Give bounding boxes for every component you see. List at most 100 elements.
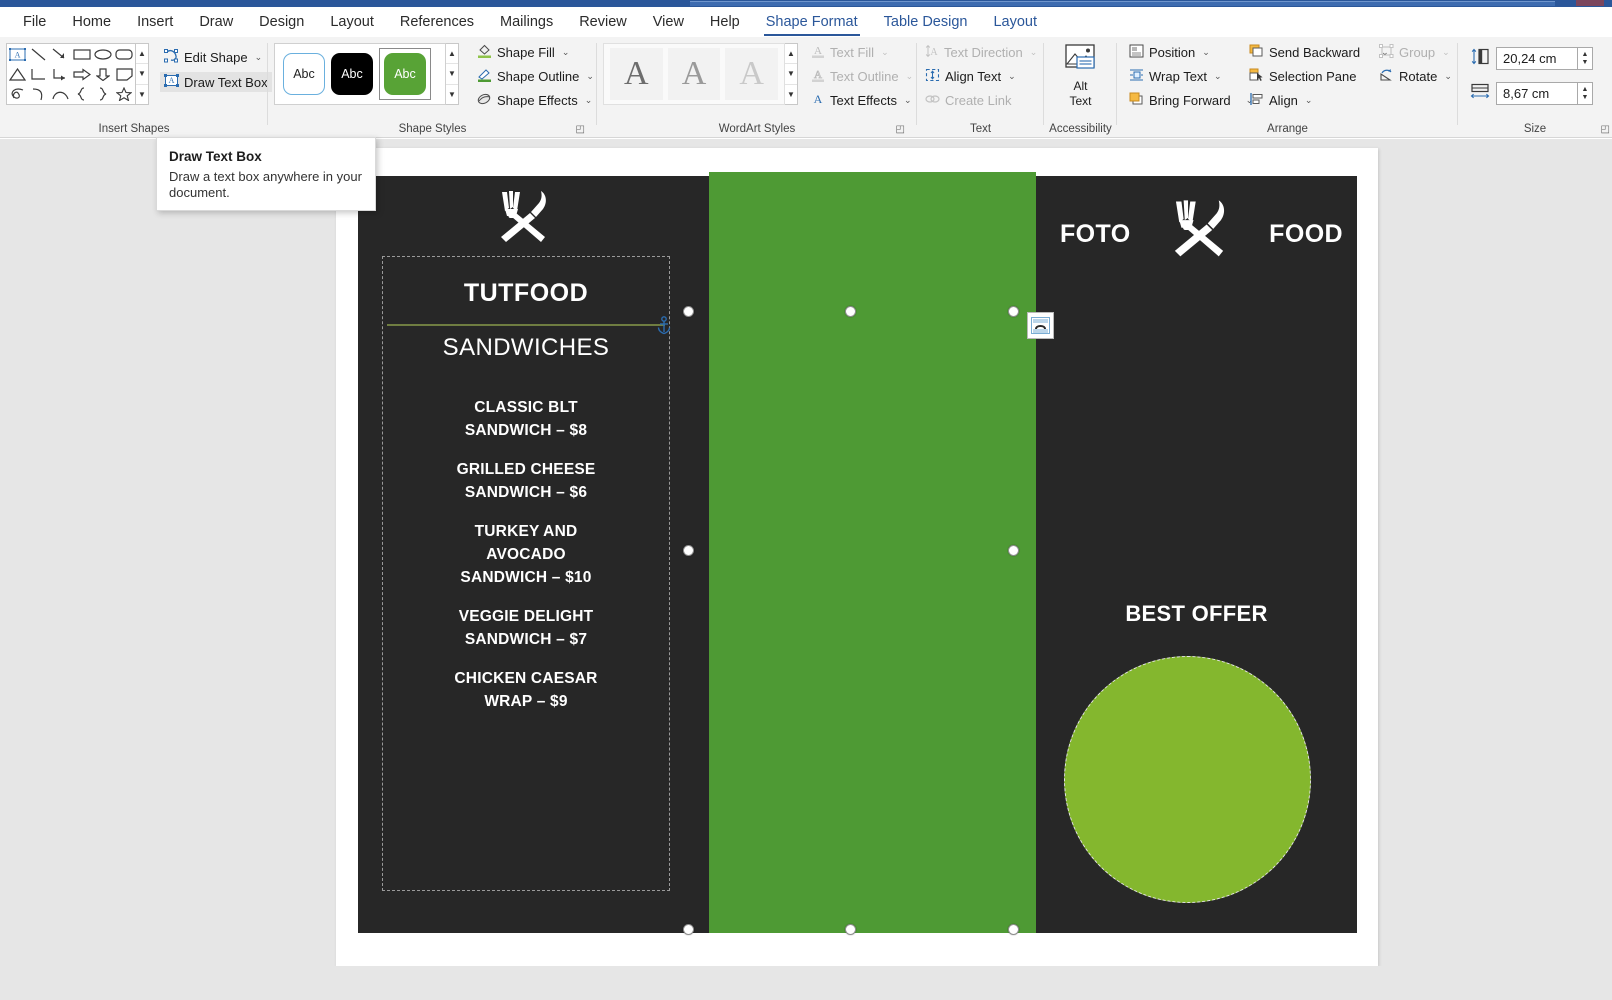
rectangle-shape-icon[interactable] — [73, 48, 91, 61]
shape-width-spinner[interactable]: ▲ ▼ — [1578, 82, 1593, 105]
shape-style-thumb-1[interactable]: Abc — [283, 53, 325, 95]
chevron-down-icon[interactable]: ⌄ — [1214, 71, 1222, 82]
wordart-dialog-launcher[interactable]: ◰ — [896, 124, 905, 135]
line-arrow-shape-icon[interactable] — [52, 48, 68, 61]
tab-view[interactable]: View — [640, 11, 697, 33]
document-page[interactable]: TUTFOOD SANDWICHES CLASSIC BLT SANDWICH … — [336, 148, 1378, 966]
shape-styles-scroll-down[interactable]: ▼ — [446, 64, 458, 85]
tab-table-design[interactable]: Table Design — [871, 11, 981, 33]
shape-style-thumb-2[interactable]: Abc — [331, 53, 373, 95]
scribble-shape-icon[interactable] — [9, 88, 26, 101]
shape-style-thumb-3[interactable]: Abc — [384, 53, 426, 95]
chevron-down-icon[interactable]: ⌄ — [1444, 71, 1452, 82]
tab-home[interactable]: Home — [59, 11, 124, 33]
text-effects-button[interactable]: A Text Effects ⌄ — [807, 90, 916, 111]
send-backward-button[interactable]: Send Backward ⌄ — [1245, 42, 1393, 63]
shape-effects-button[interactable]: Shape Effects ⌄ — [473, 90, 596, 111]
size-dialog-launcher[interactable]: ◰ — [1601, 124, 1610, 135]
resize-handle-bottom-right[interactable] — [1008, 924, 1019, 935]
best-offer-circle-shape[interactable] — [1064, 656, 1311, 903]
resize-handle-top-center[interactable] — [845, 306, 856, 317]
alt-text-button[interactable]: Alt Text — [1044, 43, 1117, 108]
elbow-arrow-connector-shape-icon[interactable] — [52, 68, 69, 81]
tab-file[interactable]: File — [10, 11, 59, 33]
position-button[interactable]: Position ⌄ — [1125, 42, 1214, 63]
selection-pane-button[interactable]: Selection Pane — [1245, 66, 1360, 87]
tab-shape-format[interactable]: Shape Format — [753, 11, 871, 36]
resize-handle-bottom-center[interactable] — [845, 924, 856, 935]
shape-width-field[interactable]: 8,67 cm ▲ ▼ — [1470, 82, 1593, 105]
resize-handle-bottom-left[interactable] — [683, 924, 694, 935]
tab-insert[interactable]: Insert — [124, 11, 186, 33]
wordart-scroll-up[interactable]: ▲ — [785, 44, 797, 65]
shape-style-thumb-3-selected[interactable]: Abc — [379, 48, 431, 100]
resize-handle-middle-right[interactable] — [1008, 545, 1019, 556]
tab-table-layout[interactable]: Layout — [980, 11, 1050, 33]
selected-green-rectangle-shape[interactable] — [709, 172, 1036, 933]
tab-mailings[interactable]: Mailings — [487, 11, 566, 33]
tab-layout[interactable]: Layout — [317, 11, 387, 33]
shape-styles-gallery[interactable]: Abc Abc Abc — [274, 43, 446, 105]
wordart-thumb-1[interactable]: A — [610, 48, 663, 100]
rotate-button[interactable]: Rotate ⌄ — [1375, 66, 1456, 87]
chevron-down-icon[interactable]: ⌄ — [255, 52, 263, 63]
tab-design[interactable]: Design — [246, 11, 317, 33]
elbow-connector-shape-icon[interactable] — [30, 68, 47, 81]
shapes-gallery-scroll-up[interactable]: ▲ — [136, 44, 148, 65]
chevron-down-icon[interactable]: ⌄ — [1305, 95, 1313, 106]
resize-handle-middle-left[interactable] — [683, 545, 694, 556]
shape-styles-scroll-up[interactable]: ▲ — [446, 44, 458, 65]
tab-help[interactable]: Help — [697, 11, 753, 33]
menu-artwork[interactable]: TUTFOOD SANDWICHES CLASSIC BLT SANDWICH … — [358, 172, 1357, 933]
draw-text-box-button[interactable]: A Draw Text Box — [160, 72, 272, 92]
triangle-shape-icon[interactable] — [9, 67, 27, 81]
tab-review[interactable]: Review — [566, 11, 640, 33]
edit-shape-button[interactable]: Edit Shape ⌄ — [160, 47, 266, 68]
line-shape-icon[interactable] — [31, 48, 47, 61]
text-box-shape-icon[interactable]: A — [9, 47, 27, 61]
shape-outline-button[interactable]: Shape Outline ⌄ — [473, 66, 598, 87]
document-canvas[interactable]: TUTFOOD SANDWICHES CLASSIC BLT SANDWICH … — [0, 139, 1612, 1000]
window-close-button[interactable] — [1576, 0, 1604, 6]
rounded-rectangle-shape-icon[interactable] — [115, 48, 133, 61]
chevron-down-icon[interactable]: ⌄ — [562, 47, 570, 58]
shape-styles-expand[interactable]: ▼ — [446, 85, 458, 104]
shapes-gallery-scrollbar[interactable]: ▲ ▼ ▼ — [136, 43, 149, 105]
oval-shape-icon[interactable] — [94, 48, 112, 61]
wordart-styles-gallery[interactable]: A A A — [603, 43, 785, 105]
resize-handle-top-left[interactable] — [683, 306, 694, 317]
wordart-styles-scrollbar[interactable]: ▲ ▼ ▼ — [785, 43, 798, 105]
left-brace-shape-icon[interactable] — [76, 87, 87, 101]
right-arrow-shape-icon[interactable] — [73, 67, 91, 81]
shapes-gallery[interactable]: A — [6, 43, 136, 105]
menu-text-box[interactable]: TUTFOOD SANDWICHES CLASSIC BLT SANDWICH … — [382, 256, 670, 891]
shapes-gallery-scroll-down[interactable]: ▼ — [136, 64, 148, 85]
bring-forward-button[interactable]: Bring Forward ⌄ — [1125, 90, 1257, 111]
wordart-thumb-2[interactable]: A — [667, 48, 721, 100]
shape-fill-button[interactable]: Shape Fill ⌄ — [473, 42, 573, 63]
wrap-text-button[interactable]: Wrap Text ⌄ — [1125, 66, 1226, 87]
wordart-scroll-down[interactable]: ▼ — [785, 64, 797, 85]
shape-styles-scrollbar[interactable]: ▲ ▼ ▼ — [446, 43, 459, 105]
shapes-gallery-expand[interactable]: ▼ — [136, 85, 148, 104]
shape-width-value[interactable]: 8,67 cm — [1496, 82, 1578, 105]
right-brace-shape-icon[interactable] — [97, 87, 108, 101]
align-text-button[interactable]: Align Text ⌄ — [921, 66, 1020, 87]
chevron-down-icon[interactable]: ⌄ — [585, 95, 593, 106]
star-shape-icon[interactable] — [116, 87, 133, 101]
layout-options-button[interactable] — [1027, 312, 1054, 339]
resize-handle-top-right[interactable] — [1008, 306, 1019, 317]
chevron-down-icon[interactable]: ⌄ — [586, 71, 594, 82]
arc-shape-icon[interactable] — [52, 88, 69, 101]
shape-height-value[interactable]: 20,24 cm — [1496, 47, 1578, 70]
down-arrow-shape-icon[interactable] — [95, 67, 110, 81]
wordart-expand[interactable]: ▼ — [785, 85, 797, 104]
curve-shape-icon[interactable] — [31, 87, 46, 101]
chevron-down-icon[interactable]: ⌄ — [904, 95, 912, 106]
align-button[interactable]: Align ⌄ — [1245, 90, 1316, 111]
shape-height-spinner[interactable]: ▲ ▼ — [1578, 47, 1593, 70]
shape-styles-dialog-launcher[interactable]: ◰ — [576, 124, 585, 135]
tab-draw[interactable]: Draw — [186, 11, 246, 33]
folded-corner-shape-icon[interactable] — [116, 67, 133, 81]
chevron-down-icon[interactable]: ⌄ — [1008, 71, 1016, 82]
